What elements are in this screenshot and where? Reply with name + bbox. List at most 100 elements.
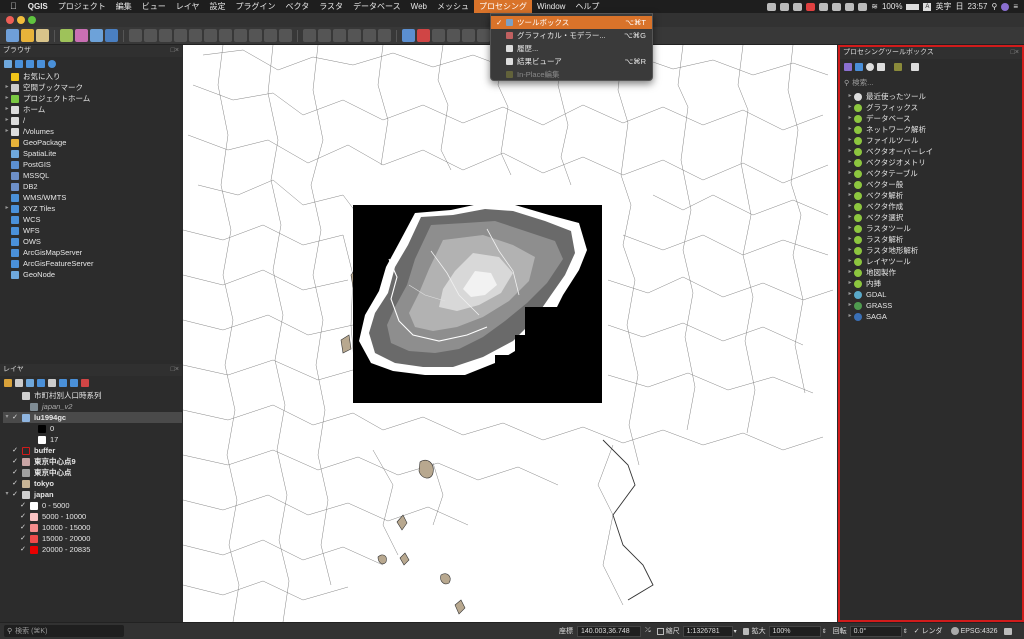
processing-menu-item[interactable]: 結果ビューア ⌥⌘R <box>491 55 652 68</box>
menu-database[interactable]: データベース <box>348 0 406 13</box>
menu-window[interactable]: Window <box>532 0 570 13</box>
toolbox-group-item[interactable]: ▸ ラスタ解析 <box>846 234 1022 245</box>
toolbox-group-item[interactable]: ▸ ベクタ解析 <box>846 190 1022 201</box>
toggle-extents-icon[interactable]: ⤯ <box>645 627 651 635</box>
expand-arrow-icon[interactable]: ▸ <box>846 311 854 322</box>
browser-item-postgis[interactable]: PostGIS <box>3 159 182 170</box>
browser-item-geonode[interactable]: GeoNode <box>3 269 182 280</box>
expand-arrow-icon[interactable]: ▸ <box>846 146 854 157</box>
expand-arrow-icon[interactable]: ▸ <box>846 168 854 179</box>
browser-item-item-4[interactable]: ▸ / <box>3 115 182 126</box>
layer-item[interactable]: ✓ 10000 - 15000 <box>3 522 182 533</box>
collapse-all-icon[interactable] <box>70 379 78 387</box>
expand-arrow-icon[interactable]: ▸ <box>846 267 854 278</box>
notification-center-icon[interactable]: ≡ <box>1013 2 1018 11</box>
new-shapefile-layer-icon[interactable] <box>36 29 49 42</box>
expand-arrow-icon[interactable]: ▸ <box>846 300 854 311</box>
history-icon[interactable] <box>866 63 874 71</box>
expand-arrow-icon[interactable]: ▸ <box>846 289 854 300</box>
options-wrench-icon[interactable] <box>911 63 919 71</box>
processing-menu-item[interactable]: ✓ ツールボックス ⌥⌘T <box>491 16 652 29</box>
apple-icon[interactable]:  <box>6 0 23 13</box>
toolbox-group-item[interactable]: ▸ ベクタテーブル <box>846 168 1022 179</box>
scale-field[interactable]: 1:1326781 <box>682 625 733 637</box>
expand-arrow-icon[interactable]: ▸ <box>3 126 11 137</box>
browser-item-item-3[interactable]: ▸ ホーム <box>3 104 182 115</box>
browser-item-db2[interactable]: DB2 <box>3 181 182 192</box>
expand-arrow-icon[interactable]: ▾ <box>3 412 11 423</box>
rotation-spin-icon[interactable]: ⇕ <box>903 628 908 635</box>
new-geopackage-layer-icon[interactable] <box>21 29 34 42</box>
pencil-edit-icon[interactable] <box>129 29 142 42</box>
open-data-source-manager-icon[interactable] <box>6 29 19 42</box>
toolbox-group-item[interactable]: ▸ ファイルツール <box>846 135 1022 146</box>
map-canvas[interactable] <box>183 45 837 622</box>
browser-item-item-0[interactable]: お気に入り <box>3 71 182 82</box>
toolbox-group-item[interactable]: ▸ ラスタツール <box>846 223 1022 234</box>
toolbox-search-box[interactable]: ⚲ 検索... <box>844 76 1018 89</box>
input-mode-icon[interactable]: A <box>923 2 932 11</box>
add-raster-layer-icon[interactable] <box>75 29 88 42</box>
scale-dropdown-icon[interactable]: ▾ <box>734 628 737 635</box>
toolbox-group-item[interactable]: ▸ GRASS <box>846 300 1022 311</box>
status-app-icon[interactable] <box>793 2 803 11</box>
wifi-icon[interactable]: ≋ <box>871 2 878 11</box>
expand-arrow-icon[interactable]: ▾ <box>3 489 11 500</box>
close-window-button[interactable] <box>6 16 14 24</box>
magnifier-spin-icon[interactable]: ⇕ <box>822 628 827 635</box>
expand-arrow-icon[interactable]: ▸ <box>846 113 854 124</box>
spotlight-icon[interactable]: ⚲ <box>991 2 997 11</box>
browser-item-item-1[interactable]: ▸ 空間ブックマーク <box>3 82 182 93</box>
models-icon[interactable] <box>844 63 852 71</box>
toolbox-group-item[interactable]: ▸ 内挿 <box>846 278 1022 289</box>
layer-visibility-checkbox[interactable]: ✓ <box>11 445 19 456</box>
magnifier-field[interactable]: 100% <box>768 625 821 637</box>
toolbox-group-item[interactable]: ▸ ベクタ作成 <box>846 201 1022 212</box>
coordinate-field[interactable]: 140.003,36.748 <box>577 625 641 637</box>
toolbox-group-item[interactable]: ▸ ラスタ地形解析 <box>846 245 1022 256</box>
collapse-all-icon[interactable] <box>37 60 45 68</box>
toolbox-group-item[interactable]: ▸ ベクター般 <box>846 179 1022 190</box>
filter-expression-icon[interactable] <box>48 379 56 387</box>
clock-day[interactable]: 日 <box>955 1 963 12</box>
layer-item[interactable]: ✓ 20000 - 20835 <box>3 544 182 555</box>
menu-view[interactable]: ビュー <box>137 0 171 13</box>
toolbox-group-item[interactable]: ▸ ベクタジオメトリ <box>846 157 1022 168</box>
results-viewer-icon[interactable] <box>877 63 885 71</box>
add-mesh-layer-icon[interactable] <box>90 29 103 42</box>
undo-icon[interactable] <box>264 29 277 42</box>
menu-edit[interactable]: 編集 <box>111 0 137 13</box>
toolbox-group-item[interactable]: ▸ レイヤツール <box>846 256 1022 267</box>
expand-all-icon[interactable] <box>59 379 67 387</box>
remove-layer-icon[interactable] <box>81 379 89 387</box>
toolbox-group-item[interactable]: ▸ ベクタ選択 <box>846 212 1022 223</box>
panel-close-icon[interactable]: □× <box>171 45 179 57</box>
layer-visibility-checkbox[interactable]: ✓ <box>11 467 19 478</box>
siri-icon[interactable] <box>1001 2 1010 11</box>
toolbox-group-item[interactable]: ▸ 最近使ったツール <box>846 91 1022 102</box>
menu-web[interactable]: Web <box>406 0 432 13</box>
label-tool-icon[interactable] <box>303 29 316 42</box>
toolbox-group-item[interactable]: ▸ SAGA <box>846 311 1022 322</box>
lock-scale-icon[interactable] <box>742 627 749 635</box>
add-delimited-text-icon[interactable] <box>105 29 118 42</box>
layer-visibility-checkbox[interactable]: ✓ <box>19 533 27 544</box>
expand-arrow-icon[interactable]: ▸ <box>3 115 11 126</box>
battery-icon[interactable] <box>906 3 920 10</box>
add-feature-icon[interactable] <box>174 29 187 42</box>
layer-visibility-checkbox[interactable]: ✓ <box>19 500 27 511</box>
menu-help[interactable]: ヘルプ <box>570 0 604 13</box>
layer-item[interactable]: ▾ ✓ japan <box>3 489 182 500</box>
menu-plugins[interactable]: プラグイン <box>231 0 281 13</box>
toolbox-group-item[interactable]: ▸ グラフィックス <box>846 102 1022 113</box>
browser-item-spatialite[interactable]: SpatiaLite <box>3 148 182 159</box>
layer-item[interactable]: ✓ buffer <box>3 445 182 456</box>
layer-item[interactable]: 0 <box>3 423 182 434</box>
panel-close-icon[interactable]: □× <box>1011 47 1019 59</box>
layer-item[interactable]: japan_v2 <box>3 401 182 412</box>
copy-features-icon[interactable] <box>234 29 247 42</box>
menu-mesh[interactable]: メッシュ <box>432 0 474 13</box>
menu-settings[interactable]: 設定 <box>205 0 231 13</box>
layer-visibility-checkbox[interactable]: ✓ <box>11 489 19 500</box>
toolbox-group-item[interactable]: ▸ 地図製作 <box>846 267 1022 278</box>
